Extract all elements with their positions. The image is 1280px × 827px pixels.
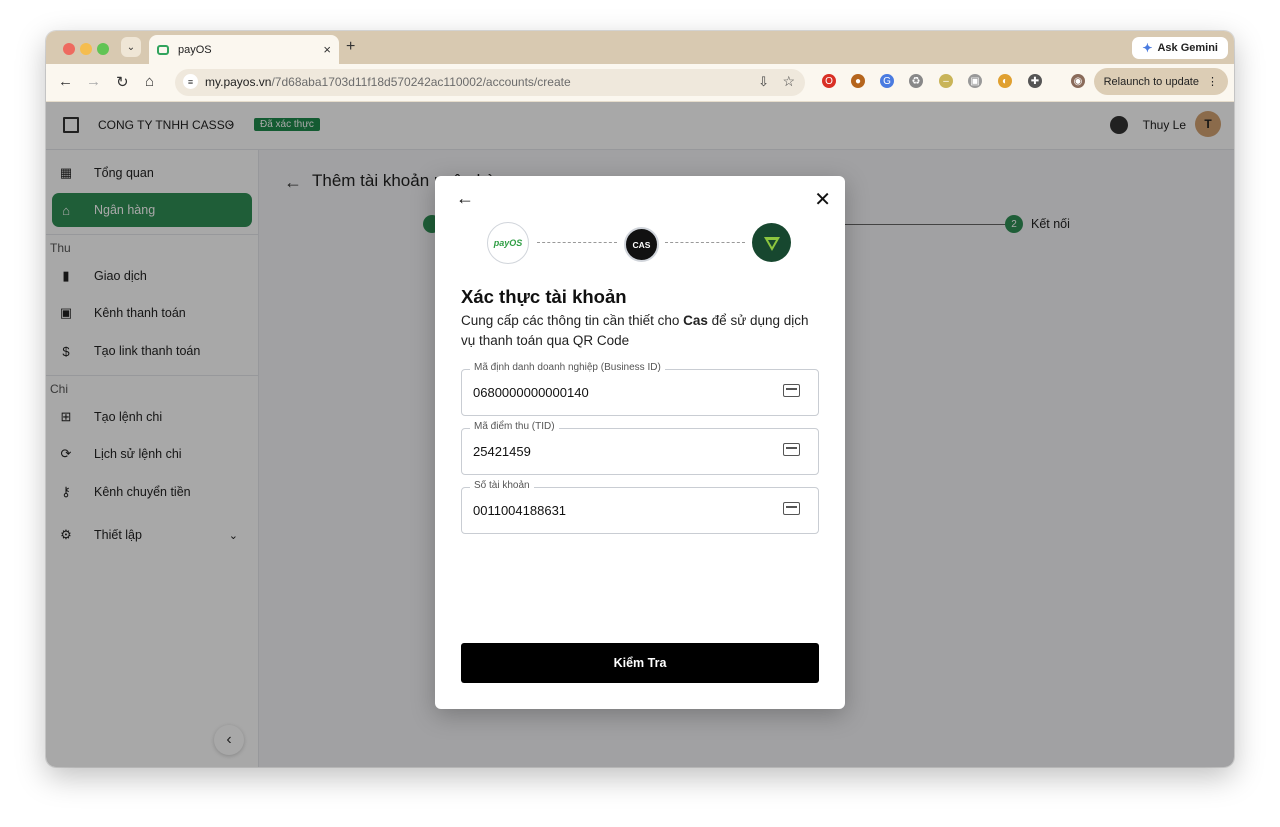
bank-logo-icon xyxy=(752,223,791,262)
ask-gemini-label: Ask Gemini xyxy=(1157,42,1218,54)
tid-label: Mã điểm thu (TID) xyxy=(470,421,559,432)
close-icon[interactable]: ✕ xyxy=(814,187,831,212)
relaunch-button[interactable]: Relaunch to update ⋮ xyxy=(1093,68,1228,95)
back-icon[interactable]: ← xyxy=(58,73,73,90)
camera-extension-icon[interactable]: ▣ xyxy=(968,74,982,88)
verify-account-modal: ← ✕ payOS CAS Xác thực tài khoản Cung cấ… xyxy=(435,176,845,709)
tid-field[interactable]: Mã điểm thu (TID) 25421459 xyxy=(461,421,819,475)
minimize-window-button[interactable] xyxy=(80,43,92,55)
folder-icon xyxy=(783,384,800,397)
translate-extension-icon[interactable]: G xyxy=(880,74,894,88)
tab-payos[interactable]: payOS × xyxy=(149,35,339,64)
cas-logo: CAS xyxy=(624,227,659,262)
account-number-field[interactable]: Số tài khoản 0011004188631 xyxy=(461,480,819,534)
desc-text: Cung cấp các thông tin cần thiết cho xyxy=(461,313,684,328)
check-button[interactable]: Kiểm Tra xyxy=(461,643,819,683)
bookmark-star-icon[interactable]: ☆ xyxy=(782,73,795,90)
more-menu-icon: ⋮ xyxy=(1207,76,1218,88)
modal-title: Xác thực tài khoản xyxy=(461,286,627,307)
business-id-label: Mã định danh doanh nghiệp (Business ID) xyxy=(470,362,665,373)
business-id-value[interactable]: 0680000000000140 xyxy=(473,385,589,400)
tab-search-button[interactable]: ⌄ xyxy=(121,37,141,57)
maximize-window-button[interactable] xyxy=(97,43,109,55)
tab-bar: ⌄ payOS × + ✦ Ask Gemini xyxy=(46,31,1234,64)
business-id-field[interactable]: Mã định danh doanh nghiệp (Business ID) … xyxy=(461,362,819,416)
payos-logo: payOS xyxy=(487,222,529,264)
bank-chevron-icon xyxy=(763,236,780,251)
profile-avatar-icon[interactable]: ◉ xyxy=(1071,74,1085,88)
ask-gemini-button[interactable]: ✦ Ask Gemini xyxy=(1132,37,1228,59)
card-check-icon xyxy=(783,443,800,456)
account-number-value[interactable]: 0011004188631 xyxy=(473,503,566,518)
url-host: my.payos.vn xyxy=(205,75,272,89)
reload-icon[interactable]: ↻ xyxy=(116,73,129,91)
modal-back-icon[interactable]: ← xyxy=(456,188,474,209)
opera-extension-icon[interactable]: O xyxy=(822,74,836,88)
install-app-icon[interactable]: ⇩ xyxy=(758,74,769,90)
new-tab-button[interactable]: + xyxy=(346,38,355,56)
connector-dashed-line xyxy=(665,242,745,243)
tid-value[interactable]: 25421459 xyxy=(473,444,531,459)
desc-bold: Cas xyxy=(683,313,708,328)
url-text: my.payos.vn/7d68aba1703d11f18d570242ac11… xyxy=(205,75,571,89)
address-bar[interactable]: ≡ my.payos.vn/7d68aba1703d11f18d570242ac… xyxy=(175,69,805,96)
gemini-sparkle-icon: ✦ xyxy=(1142,41,1153,55)
payos-favicon-icon xyxy=(157,44,169,55)
color-extension-icon[interactable]: ◐ xyxy=(998,74,1012,88)
tab-close-icon[interactable]: × xyxy=(323,42,331,57)
browser-toolbar: ← → ↻ ⌂ ≡ my.payos.vn/7d68aba1703d11f18d… xyxy=(46,64,1234,102)
forward-icon[interactable]: → xyxy=(86,73,101,90)
modal-description: Cung cấp các thông tin cần thiết cho Cas… xyxy=(461,311,826,351)
tab-title: payOS xyxy=(178,43,212,56)
account-number-label: Số tài khoản xyxy=(470,480,534,491)
url-path: /7d68aba1703d11f18d570242ac110002/accoun… xyxy=(271,75,571,89)
cookie-extension-icon[interactable]: ● xyxy=(851,74,865,88)
extensions-puzzle-icon[interactable]: ✚ xyxy=(1028,74,1042,88)
recycle-extension-icon[interactable]: ♻ xyxy=(909,74,923,88)
site-info-icon[interactable]: ≡ xyxy=(183,74,198,89)
pen-extension-icon[interactable]: – xyxy=(939,74,953,88)
home-icon[interactable]: ⌂ xyxy=(145,73,154,90)
credit-card-icon xyxy=(783,502,800,515)
relaunch-label: Relaunch to update xyxy=(1103,75,1199,88)
close-window-button[interactable] xyxy=(63,43,75,55)
connector-dashed-line xyxy=(537,242,617,243)
